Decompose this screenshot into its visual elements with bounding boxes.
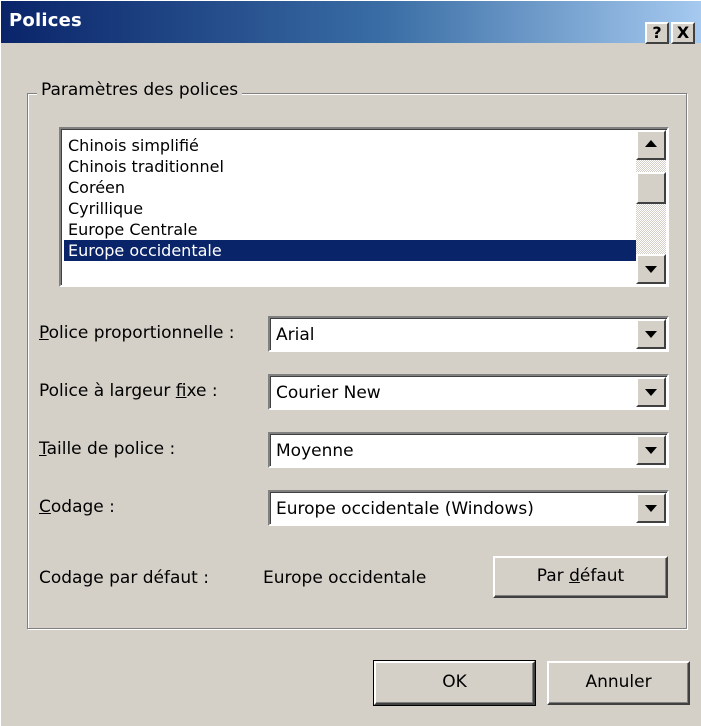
accelerator-key: f [175, 381, 187, 401]
list-item[interactable]: Chinois simplifié [64, 135, 638, 156]
dropdown-button[interactable] [636, 493, 666, 523]
label-text: odage : [50, 497, 115, 517]
label-text: aille de police : [46, 439, 176, 459]
chevron-down-icon [645, 331, 657, 338]
group-legend: Paramètres des polices [37, 80, 243, 100]
encoding-label: Codage : [39, 497, 115, 517]
encoding-select[interactable]: Europe occidentale (Windows) [268, 490, 669, 526]
chevron-down-icon [645, 505, 657, 512]
accelerator-key: C [39, 497, 51, 517]
script-listbox[interactable]: Chinois simplifié Chinois traditionnel C… [59, 127, 669, 287]
scroll-thumb[interactable] [636, 172, 666, 204]
arrow-down-icon [645, 266, 657, 273]
ok-button[interactable]: OK [373, 660, 536, 706]
chevron-down-icon [645, 447, 657, 454]
list-scrollbar[interactable] [636, 130, 666, 284]
combo-value: Arial [276, 325, 315, 345]
title-bar[interactable]: Polices ? X [1, 1, 701, 44]
proportional-font-label: Police proportionnelle : [39, 323, 235, 343]
window-title: Polices [9, 10, 82, 31]
scroll-up-button[interactable] [636, 130, 666, 160]
list-item[interactable]: Coréen [64, 177, 638, 198]
help-button[interactable]: ? [645, 22, 669, 44]
chevron-down-icon [645, 389, 657, 396]
label-text: Police à largeur [39, 381, 176, 401]
font-size-label: Taille de police : [39, 439, 175, 459]
button-text: Par [536, 566, 570, 586]
accelerator-key: T [39, 439, 47, 459]
arrow-up-icon [645, 140, 657, 147]
default-encoding-value: Europe occidentale [263, 568, 427, 588]
proportional-font-select[interactable]: Arial [268, 316, 669, 352]
fonts-dialog: Polices ? X Paramètres des polices Chino… [0, 0, 701, 726]
scroll-down-button[interactable] [636, 254, 666, 284]
list-item[interactable]: Cyrillique [64, 198, 638, 219]
label-text: ixe : [186, 381, 218, 401]
button-text: éfaut [579, 566, 625, 586]
accelerator-key: P [39, 323, 49, 343]
dropdown-button[interactable] [636, 377, 666, 407]
font-size-select[interactable]: Moyenne [268, 432, 669, 468]
list-item[interactable]: Chinois traditionnel [64, 156, 638, 177]
combo-value: Moyenne [276, 441, 354, 461]
dropdown-button[interactable] [636, 319, 666, 349]
label-text: olice proportionnelle : [48, 323, 235, 343]
list-item[interactable]: Europe Centrale [64, 219, 638, 240]
fixed-font-select[interactable]: Courier New [268, 374, 669, 410]
fixed-font-label: Police à largeur fixe : [39, 381, 218, 401]
accelerator-key: d [569, 566, 580, 586]
close-button[interactable]: X [671, 22, 695, 44]
reset-default-button[interactable]: Par défaut [493, 556, 668, 598]
combo-value: Europe occidentale (Windows) [276, 499, 534, 519]
dropdown-button[interactable] [636, 435, 666, 465]
default-encoding-label: Codage par défaut : [39, 568, 209, 588]
combo-value: Courier New [276, 383, 381, 403]
list-item-selected[interactable]: Europe occidentale [64, 240, 638, 261]
cancel-button[interactable]: Annuler [547, 661, 690, 705]
